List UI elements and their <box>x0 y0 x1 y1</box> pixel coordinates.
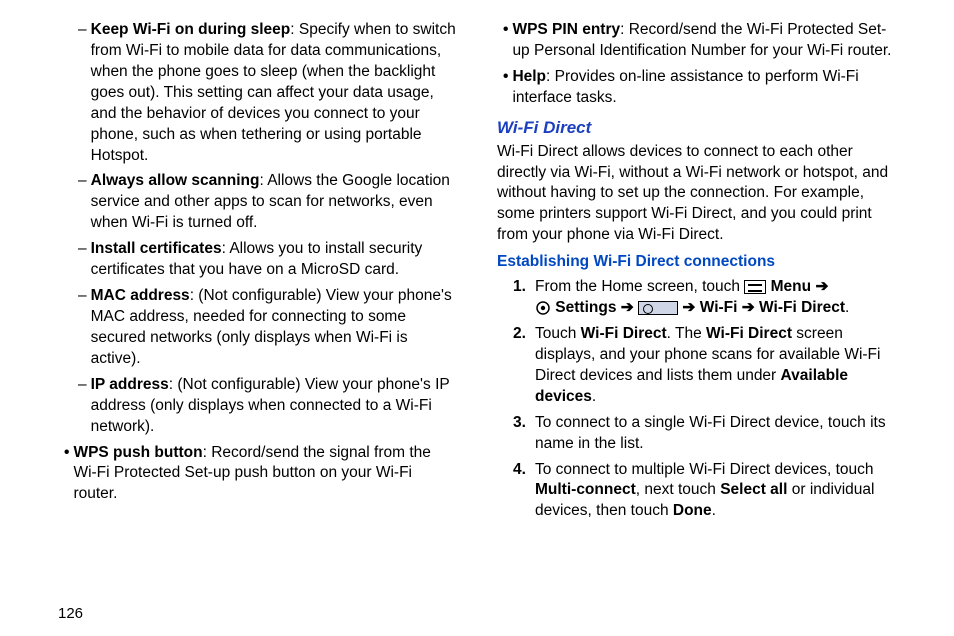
dash-item: –Always allow scanning: Allows the Googl… <box>58 171 457 234</box>
item-title: IP address <box>91 376 169 393</box>
item-title: Keep Wi-Fi on during sleep <box>91 21 291 38</box>
item-title: WPS PIN entry <box>512 21 620 38</box>
text: . <box>712 502 716 519</box>
step-body: To connect to multiple Wi-Fi Direct devi… <box>535 460 896 523</box>
item-body: IP address: (Not configurable) View your… <box>91 375 457 438</box>
arrow-icon: ➔ <box>742 299 755 316</box>
bullet-item: •WPS push button: Record/send the signal… <box>58 443 457 506</box>
arrow-icon: ➔ <box>815 278 828 295</box>
item-title: Help <box>512 68 546 85</box>
dash-marker: – <box>78 239 87 281</box>
left-column: –Keep Wi-Fi on during sleep: Specify whe… <box>58 20 457 527</box>
dash-marker: – <box>78 375 87 438</box>
wifi-direct-intro: Wi-Fi Direct allows devices to connect t… <box>497 142 896 247</box>
dash-item: –Keep Wi-Fi on during sleep: Specify whe… <box>58 20 457 166</box>
settings-icon <box>535 300 551 316</box>
dash-marker: – <box>78 286 87 370</box>
arrow-icon: ➔ <box>682 299 695 316</box>
bold-text: Multi-connect <box>535 481 636 498</box>
step-number: 1. <box>513 277 535 319</box>
step-1: 1. From the Home screen, touch Menu ➔ Se… <box>497 277 896 319</box>
item-body: Always allow scanning: Allows the Google… <box>91 171 457 234</box>
step-number: 3. <box>513 413 535 455</box>
item-body: WPS PIN entry: Record/send the Wi-Fi Pro… <box>512 20 896 62</box>
step-body: Touch Wi-Fi Direct. The Wi-Fi Direct scr… <box>535 324 896 408</box>
text: From the Home screen, touch <box>535 278 744 295</box>
step-3: 3. To connect to a single Wi-Fi Direct d… <box>497 413 896 455</box>
dash-item: –MAC address: (Not configurable) View yo… <box>58 286 457 370</box>
arrow-icon: ➔ <box>621 299 634 316</box>
menu-icon <box>744 280 766 294</box>
bold-text: Wi-Fi Direct <box>706 325 792 342</box>
section-heading-wifi-direct: Wi-Fi Direct <box>497 117 896 140</box>
item-body: Help: Provides on-line assistance to per… <box>512 67 896 109</box>
item-body: Install certificates: Allows you to inst… <box>91 239 457 281</box>
step-2: 2. Touch Wi-Fi Direct. The Wi-Fi Direct … <box>497 324 896 408</box>
text: Touch <box>535 325 581 342</box>
dash-item: –Install certificates: Allows you to ins… <box>58 239 457 281</box>
item-body: WPS push button: Record/send the signal … <box>73 443 457 506</box>
step-body: To connect to a single Wi-Fi Direct devi… <box>535 413 896 455</box>
dash-list: –Keep Wi-Fi on during sleep: Specify whe… <box>58 20 457 438</box>
item-title: Install certificates <box>91 240 222 257</box>
step-body: From the Home screen, touch Menu ➔ Setti… <box>535 277 896 319</box>
bullet-marker: • <box>503 67 508 109</box>
bullet-marker: • <box>64 443 69 506</box>
bullet-item: •WPS PIN entry: Record/send the Wi-Fi Pr… <box>497 20 896 62</box>
text: . <box>592 388 596 405</box>
item-text: : Specify when to switch from Wi-Fi to m… <box>91 21 456 164</box>
subsection-heading-establishing: Establishing Wi-Fi Direct connections <box>497 252 896 273</box>
dash-marker: – <box>78 20 87 166</box>
bold-text: Wi-Fi Direct <box>581 325 667 342</box>
text: To connect to multiple Wi-Fi Direct devi… <box>535 461 874 478</box>
bold-text: Done <box>673 502 712 519</box>
item-title: Always allow scanning <box>91 172 260 189</box>
page-number: 126 <box>58 605 83 622</box>
item-body: Keep Wi-Fi on during sleep: Specify when… <box>91 20 457 166</box>
bullet-list: •WPS push button: Record/send the signal… <box>58 443 457 506</box>
menu-label: Menu <box>766 278 815 295</box>
two-column-layout: –Keep Wi-Fi on during sleep: Specify whe… <box>58 20 896 527</box>
text: . The <box>667 325 706 342</box>
manual-page: –Keep Wi-Fi on during sleep: Specify whe… <box>0 0 954 636</box>
step-number: 2. <box>513 324 535 408</box>
dash-item: –IP address: (Not configurable) View you… <box>58 375 457 438</box>
item-title: WPS push button <box>73 444 202 461</box>
connections-icon <box>638 301 678 315</box>
settings-label: Settings <box>551 299 621 316</box>
right-column: •WPS PIN entry: Record/send the Wi-Fi Pr… <box>497 20 896 527</box>
item-text: : Provides on-line assistance to perform… <box>512 68 858 106</box>
bullet-item: •Help: Provides on-line assistance to pe… <box>497 67 896 109</box>
bold-text: Select all <box>720 481 787 498</box>
step-number: 4. <box>513 460 535 523</box>
bullet-marker: • <box>503 20 508 62</box>
bullet-list: •WPS PIN entry: Record/send the Wi-Fi Pr… <box>497 20 896 109</box>
item-title: MAC address <box>91 287 190 304</box>
wifi-label: Wi-Fi <box>695 299 741 316</box>
wifi-direct-label: Wi-Fi Direct <box>755 299 845 316</box>
dash-marker: – <box>78 171 87 234</box>
step-4: 4. To connect to multiple Wi-Fi Direct d… <box>497 460 896 523</box>
text: , next touch <box>636 481 720 498</box>
item-body: MAC address: (Not configurable) View you… <box>91 286 457 370</box>
